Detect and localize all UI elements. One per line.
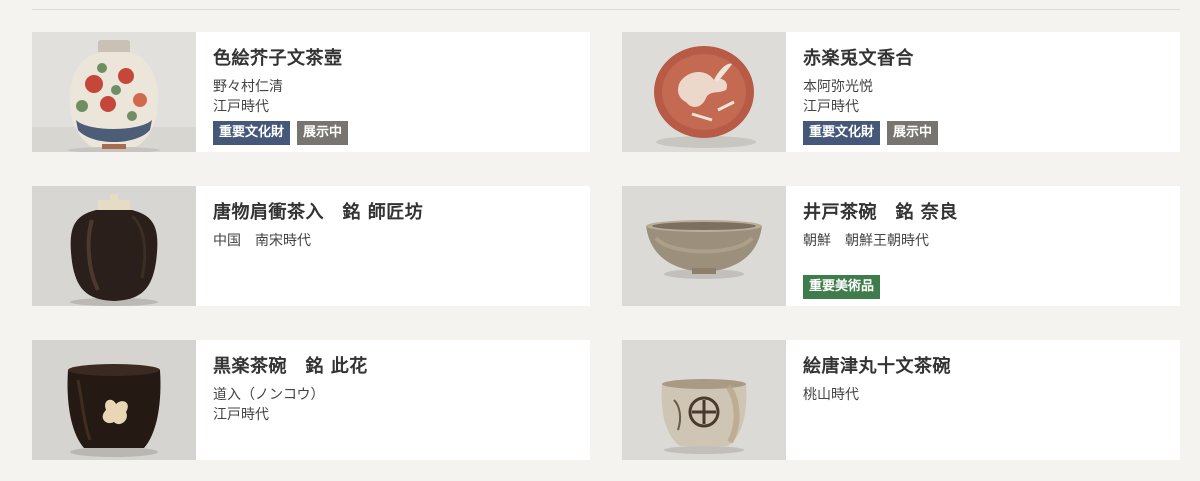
collection-grid: 色絵芥子文茶壺 野々村仁清 江戸時代 重要文化財 展示中 赤楽兎文香合 本阿弥光…: [32, 32, 1180, 460]
artwork-period: 中国 南宋時代: [213, 233, 311, 249]
top-divider: [32, 9, 1180, 10]
collection-card[interactable]: 絵唐津丸十文茶碗 桃山時代: [622, 340, 1180, 460]
artwork-title[interactable]: 井戸茶碗 銘 奈良: [803, 200, 958, 226]
collection-card[interactable]: 黒楽茶碗 銘 此花 道入（ノンコウ） 江戸時代: [32, 340, 590, 460]
artwork-title[interactable]: 赤楽兎文香合: [803, 46, 938, 72]
designation-badge: 重要文化財: [803, 121, 881, 145]
artwork-period: 江戸時代: [213, 407, 269, 423]
collection-card[interactable]: 唐物肩衝茶入 銘 師匠坊 中国 南宋時代: [32, 186, 590, 306]
artwork-title[interactable]: 黒楽茶碗 銘 此花: [213, 354, 368, 380]
on-display-badge: 展示中: [887, 121, 939, 145]
artist-name: 野々村仁清: [213, 79, 283, 95]
artwork-image[interactable]: [32, 186, 196, 306]
artwork-image[interactable]: [622, 32, 786, 152]
artwork-title[interactable]: 色絵芥子文茶壺: [213, 46, 348, 72]
designation-badge: 重要文化財: [213, 121, 291, 145]
artwork-title[interactable]: 絵唐津丸十文茶碗: [803, 354, 951, 380]
artist-name: 本阿弥光悦: [803, 79, 873, 95]
artwork-image[interactable]: [32, 32, 196, 152]
collection-card[interactable]: 色絵芥子文茶壺 野々村仁清 江戸時代 重要文化財 展示中: [32, 32, 590, 152]
artwork-image[interactable]: [622, 340, 786, 460]
badge-group: 重要文化財 展示中: [213, 121, 349, 145]
artwork-period: 江戸時代: [803, 99, 859, 115]
designation-badge: 重要美術品: [803, 275, 881, 299]
collection-card[interactable]: 赤楽兎文香合 本阿弥光悦 江戸時代 重要文化財 展示中: [622, 32, 1180, 152]
artwork-period: 桃山時代: [803, 387, 859, 403]
artwork-period: 江戸時代: [213, 99, 269, 115]
artist-name: 道入（ノンコウ）: [213, 387, 325, 403]
on-display-badge: 展示中: [297, 121, 349, 145]
artwork-period: 朝鮮 朝鮮王朝時代: [803, 233, 929, 249]
badge-group: 重要美術品: [803, 275, 958, 299]
artwork-image[interactable]: [622, 186, 786, 306]
badge-group: 重要文化財 展示中: [803, 121, 939, 145]
artwork-image[interactable]: [32, 340, 196, 460]
collection-card[interactable]: 井戸茶碗 銘 奈良 朝鮮 朝鮮王朝時代 重要美術品: [622, 186, 1180, 306]
artwork-title[interactable]: 唐物肩衝茶入 銘 師匠坊: [213, 200, 423, 226]
